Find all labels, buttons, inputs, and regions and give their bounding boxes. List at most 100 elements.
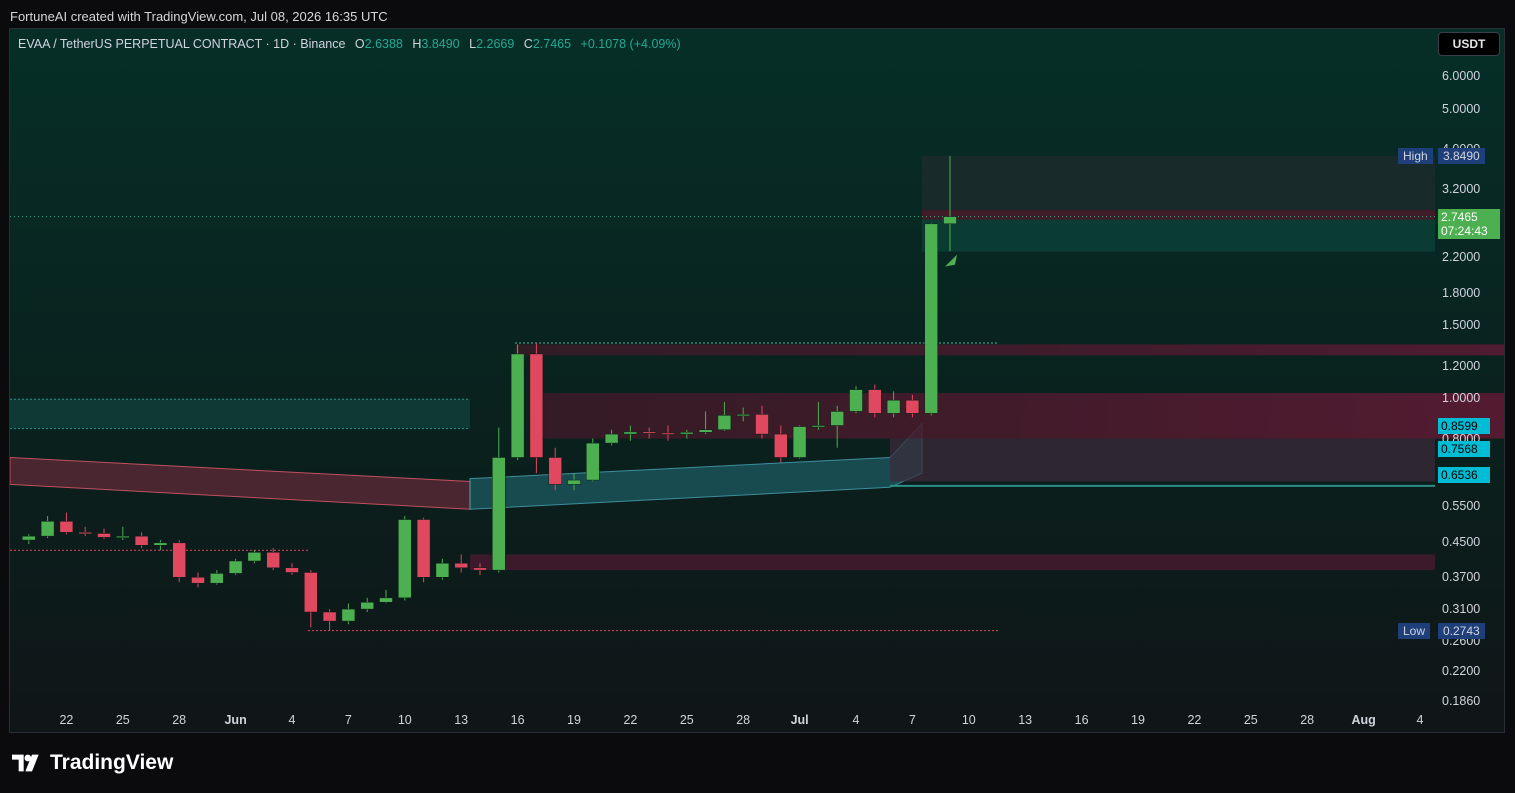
candle-body (379, 597, 393, 603)
high-tag-value: 3.8490 (1438, 147, 1485, 164)
time-axis-label: Jun (224, 713, 247, 727)
open-label: O (354, 37, 365, 51)
time-axis-label: 22 (1187, 713, 1202, 727)
time-axis-label: 25 (679, 713, 694, 727)
candle-body (924, 223, 938, 414)
time-axis-label: 10 (961, 713, 976, 727)
candle-body (680, 432, 694, 435)
change-value: +0.1078 (+4.09%) (580, 37, 681, 51)
time-axis-label: Jul (790, 713, 809, 727)
price-axis-label: 1.8000 (1442, 285, 1481, 300)
candle-body (886, 399, 901, 414)
candle-body (529, 353, 544, 458)
candle-body (604, 433, 619, 444)
time-axis-label: 4 (288, 713, 296, 727)
candle-body (849, 389, 863, 412)
candle-body (341, 608, 356, 622)
chart-frame[interactable]: EVAA / TetherUS PERPETUAL CONTRACT · 1D … (9, 28, 1505, 733)
level-price-tag: 0.8599 (1438, 417, 1490, 434)
level-price-tag: 0.7568 (1438, 440, 1490, 457)
close-value: 2.7465 (532, 37, 572, 51)
time-axis-label: 4 (1416, 713, 1424, 727)
high-tag-label: High (1398, 147, 1433, 164)
time-axis-label: 4 (852, 713, 860, 727)
tradingview-branding[interactable]: TradingView (12, 751, 173, 775)
candle-body (868, 389, 882, 414)
time-axis-label: 13 (1018, 713, 1033, 727)
chart-background (10, 29, 1504, 732)
red-zone-middle (530, 393, 1504, 439)
price-axis-label: 0.3700 (1442, 570, 1481, 585)
price-axis-label: 0.4500 (1442, 535, 1481, 550)
red-zone-lower (470, 554, 1435, 571)
red-zone-upper (515, 344, 1504, 356)
candle-body (755, 414, 769, 435)
time-axis-label: 13 (454, 713, 469, 727)
candle-body (360, 602, 374, 610)
low-tag-value: 0.2743 (1438, 623, 1485, 640)
candle-body (210, 573, 224, 584)
symbol-name: EVAA / TetherUS PERPETUAL CONTRACT · 1D … (18, 37, 346, 51)
candle-body (830, 411, 844, 426)
candle-body (97, 533, 111, 538)
top-red-band (922, 209, 1435, 220)
candle-body (416, 519, 431, 578)
candle-body (698, 429, 713, 433)
tradingview-logo-icon (12, 754, 39, 772)
close-label: C (523, 37, 533, 51)
time-axis-label: 25 (115, 713, 130, 727)
candle-body (642, 431, 656, 434)
candle-body (661, 432, 675, 435)
candle-body (943, 216, 957, 225)
candle-body (247, 552, 262, 562)
price-axis-label: 1.2000 (1442, 358, 1481, 373)
last-price-tag: 2.7465 07:24:43 (1438, 208, 1500, 239)
candle-body (116, 535, 130, 538)
time-axis-label: 28 (1300, 713, 1315, 727)
bar-countdown: 07:24:43 (1441, 223, 1488, 238)
time-axis-label: 22 (59, 713, 74, 727)
candle-body (811, 425, 826, 428)
price-axis-label: 6.0000 (1442, 69, 1481, 83)
candle-body (40, 521, 55, 537)
currency-button[interactable]: USDT (1438, 32, 1500, 56)
candle-body (228, 560, 243, 574)
candle-body (266, 552, 280, 569)
candle-body (304, 572, 318, 613)
high-value: 3.8490 (421, 37, 460, 51)
time-axis-label: 10 (397, 713, 412, 727)
time-axis-label: 25 (1243, 713, 1258, 727)
candle-body (567, 479, 581, 485)
candle-body (736, 414, 750, 417)
candle-body (59, 521, 74, 533)
low-tag-label: Low (1398, 623, 1431, 640)
brand-name: TradingView (50, 751, 174, 774)
candle-body (153, 542, 168, 546)
candle-body (22, 535, 36, 541)
candle-body (78, 532, 92, 535)
price-axis-label: 1.5000 (1442, 318, 1481, 333)
top-green-band (922, 219, 1435, 252)
price-axis-label: 0.2200 (1442, 663, 1481, 678)
price-chart[interactable] (10, 29, 1505, 733)
purple-zone (890, 438, 1435, 482)
time-axis-label: 7 (344, 713, 352, 727)
candle-body (322, 611, 337, 622)
chart-credit: FortuneAI created with TradingView.com, … (10, 9, 388, 24)
candle-body (774, 433, 788, 458)
time-axis-label: 19 (567, 713, 581, 727)
time-axis-label: 28 (172, 713, 187, 727)
candle-body (285, 567, 299, 573)
last-price-value: 2.7465 (1441, 209, 1478, 224)
candle-body (191, 577, 205, 584)
time-axis-label: Aug (1351, 713, 1376, 727)
time-axis-label: 19 (1131, 713, 1145, 727)
candle-body (454, 562, 468, 569)
price-axis-label: 0.1860 (1442, 694, 1481, 708)
open-value: 2.6388 (364, 37, 403, 51)
top-range-zone (922, 155, 1435, 210)
candle-body (717, 415, 732, 430)
candle-body (134, 535, 149, 546)
price-axis-label: 2.2000 (1442, 249, 1481, 264)
candle-body (492, 457, 506, 571)
